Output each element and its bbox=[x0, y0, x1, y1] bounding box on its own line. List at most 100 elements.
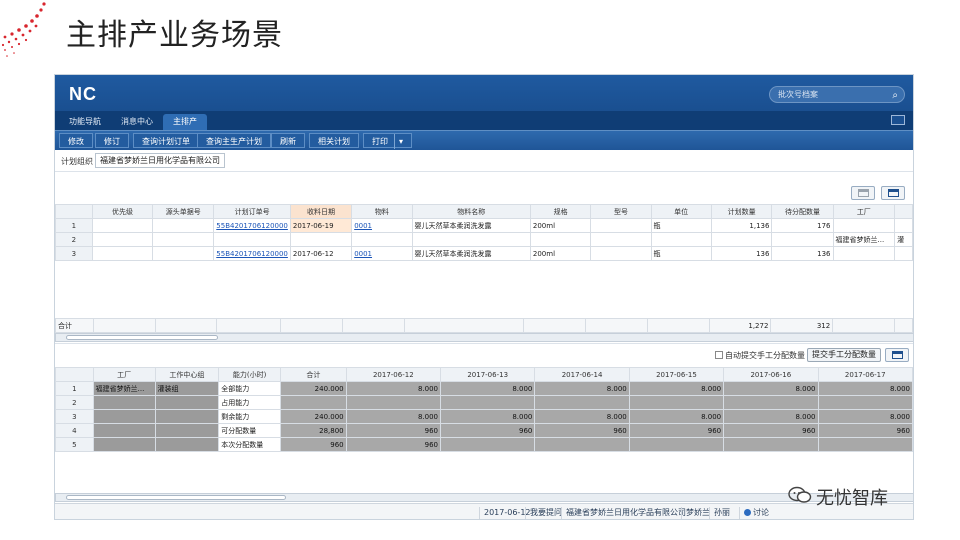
table-cell[interactable]: 960 bbox=[345, 423, 442, 438]
table-cell[interactable] bbox=[534, 437, 630, 452]
table-cell[interactable]: 200ml bbox=[529, 218, 592, 233]
table-cell[interactable]: 136 bbox=[771, 246, 834, 261]
table-cell[interactable] bbox=[832, 246, 896, 261]
table-cell[interactable]: 136 bbox=[710, 246, 773, 261]
table-cell[interactable] bbox=[154, 395, 220, 410]
column-header[interactable]: 2017-06-14 bbox=[534, 367, 630, 382]
table-row[interactable]: 3 剩余能力 240.000 8.000 8.000 8.000 8.000 8… bbox=[55, 409, 913, 424]
table-row[interactable]: 2 福建省梦娇兰... 灌 bbox=[55, 232, 913, 247]
card-view-icon[interactable] bbox=[885, 348, 909, 362]
horizontal-scrollbar[interactable] bbox=[55, 333, 913, 342]
tab-function-nav[interactable]: 功能导航 bbox=[59, 114, 111, 130]
edit-button[interactable]: 修改 bbox=[59, 133, 93, 148]
column-header[interactable]: 计划订单号 bbox=[213, 204, 291, 219]
table-cell[interactable]: 960 bbox=[280, 437, 347, 452]
table-cell[interactable] bbox=[154, 409, 220, 424]
scrollbar-thumb[interactable] bbox=[66, 335, 218, 340]
column-header[interactable]: 规格 bbox=[529, 204, 592, 219]
table-cell[interactable]: 960 bbox=[723, 423, 819, 438]
search-icon[interactable]: ⌕ bbox=[892, 88, 898, 103]
table-cell[interactable] bbox=[710, 232, 773, 247]
table-cell[interactable] bbox=[154, 423, 220, 438]
table-cell[interactable]: 福建省梦娇兰... bbox=[832, 232, 896, 247]
table-cell[interactable] bbox=[723, 437, 819, 452]
table-cell[interactable]: 2017-06-12 bbox=[289, 246, 353, 261]
table-cell[interactable]: 8.000 bbox=[817, 409, 913, 424]
table-cell[interactable]: 占用能力 bbox=[218, 395, 282, 410]
table-cell[interactable]: 960 bbox=[628, 423, 725, 438]
table-cell[interactable]: 瓶 bbox=[650, 218, 712, 233]
table-cell[interactable]: 8.000 bbox=[439, 381, 536, 396]
column-header[interactable]: 优先级 bbox=[91, 204, 154, 219]
table-cell[interactable]: 婴儿天然草本柔润洗发露 bbox=[411, 246, 531, 261]
print-button[interactable]: 打印 ▾ bbox=[363, 133, 413, 149]
tab-master-scheduling[interactable]: 主排产 bbox=[163, 114, 207, 130]
table-cell[interactable]: 全部能力 bbox=[218, 381, 282, 396]
related-plans-button[interactable]: 相关计划 bbox=[309, 133, 359, 148]
planned-order-link[interactable]: 55B4201706120000 bbox=[213, 218, 291, 233]
table-cell[interactable] bbox=[280, 395, 347, 410]
table-cell[interactable] bbox=[91, 218, 154, 233]
column-header[interactable]: 工厂 bbox=[832, 204, 896, 219]
table-cell[interactable]: 瓶 bbox=[650, 246, 712, 261]
table-cell[interactable] bbox=[529, 232, 592, 247]
table-cell[interactable] bbox=[152, 246, 215, 261]
table-cell[interactable] bbox=[289, 232, 353, 247]
material-link[interactable]: 0001 bbox=[351, 246, 413, 261]
column-header[interactable]: 源头单据号 bbox=[152, 204, 215, 219]
column-header[interactable]: 2017-06-13 bbox=[439, 367, 536, 382]
column-header[interactable]: 物料 bbox=[351, 204, 413, 219]
table-cell[interactable] bbox=[345, 395, 442, 410]
column-header[interactable]: 合计 bbox=[280, 367, 347, 382]
horizontal-scrollbar[interactable] bbox=[55, 493, 913, 502]
table-cell[interactable]: 8.000 bbox=[345, 381, 442, 396]
table-cell[interactable] bbox=[91, 246, 154, 261]
table-cell[interactable] bbox=[411, 232, 531, 247]
table-cell[interactable]: 2017-06-19 bbox=[289, 218, 353, 233]
table-cell[interactable] bbox=[534, 395, 630, 410]
refresh-button[interactable]: 刷新 bbox=[271, 133, 305, 148]
checkbox-icon[interactable] bbox=[715, 351, 723, 359]
column-header[interactable]: 收料日期 bbox=[289, 204, 353, 219]
window-restore-icon[interactable] bbox=[891, 115, 905, 125]
table-cell[interactable]: 176 bbox=[771, 218, 834, 233]
table-cell[interactable] bbox=[92, 409, 156, 424]
table-cell[interactable]: 8.000 bbox=[628, 381, 725, 396]
table-cell[interactable]: 8.000 bbox=[723, 381, 819, 396]
chevron-down-icon[interactable]: ▾ bbox=[394, 134, 403, 149]
table-cell[interactable] bbox=[650, 232, 712, 247]
table-cell[interactable]: 240.000 bbox=[280, 409, 347, 424]
table-cell[interactable] bbox=[723, 395, 819, 410]
table-cell[interactable] bbox=[817, 437, 913, 452]
table-cell[interactable] bbox=[439, 437, 536, 452]
table-cell[interactable] bbox=[439, 395, 536, 410]
column-header[interactable]: 计划数量 bbox=[710, 204, 773, 219]
table-cell[interactable]: 8.000 bbox=[723, 409, 819, 424]
table-cell[interactable] bbox=[590, 232, 652, 247]
org-field[interactable]: 福建省梦娇兰日用化学品有限公司 bbox=[95, 153, 225, 168]
table-cell[interactable]: 960 bbox=[817, 423, 913, 438]
table-cell[interactable] bbox=[152, 218, 215, 233]
table-cell[interactable]: 960 bbox=[534, 423, 630, 438]
discuss-button[interactable]: 讨论 bbox=[739, 507, 773, 519]
column-header[interactable]: 物料名称 bbox=[411, 204, 531, 219]
table-cell[interactable]: 可分配数量 bbox=[218, 423, 282, 438]
table-cell[interactable]: 灌装组 bbox=[154, 381, 220, 396]
search-input[interactable]: 批次号档案 ⌕ bbox=[769, 86, 905, 103]
submit-allocation-button[interactable]: 提交手工分配数量 bbox=[807, 348, 881, 362]
table-cell[interactable]: 8.000 bbox=[817, 381, 913, 396]
ask-question-link[interactable]: 我要提问 bbox=[525, 507, 566, 519]
table-cell[interactable]: 960 bbox=[345, 437, 442, 452]
table-cell[interactable]: 8.000 bbox=[534, 381, 630, 396]
column-header[interactable]: 工作中心组 bbox=[154, 367, 220, 382]
print-preview-icon[interactable] bbox=[851, 186, 875, 200]
table-cell[interactable] bbox=[154, 437, 220, 452]
query-master-plan-button[interactable]: 查询主生产计划 bbox=[197, 133, 271, 148]
auto-submit-checkbox[interactable]: 自动提交手工分配数量 bbox=[715, 350, 805, 361]
table-cell[interactable] bbox=[92, 395, 156, 410]
table-cell[interactable]: 8.000 bbox=[534, 409, 630, 424]
table-cell[interactable] bbox=[590, 246, 652, 261]
table-cell[interactable]: 200ml bbox=[529, 246, 592, 261]
table-cell[interactable]: 剩余能力 bbox=[218, 409, 282, 424]
table-cell[interactable] bbox=[152, 232, 215, 247]
